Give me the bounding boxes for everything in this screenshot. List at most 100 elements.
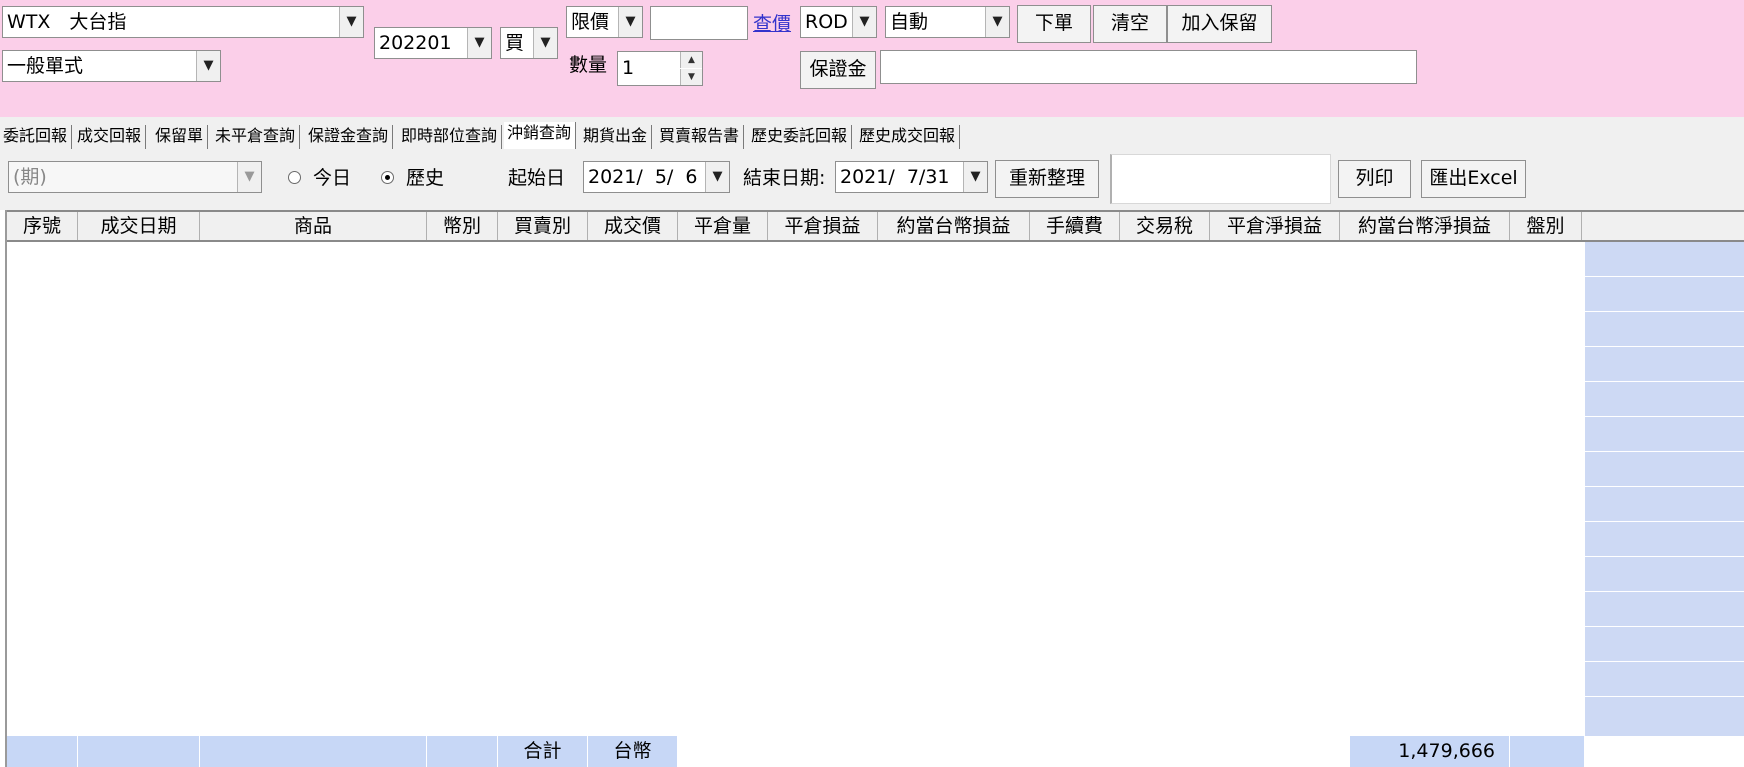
time-in-force-value: ROD: [805, 11, 848, 33]
radio-history[interactable]: [381, 171, 394, 184]
order-type-select[interactable]: 一般單式 ▼: [2, 50, 221, 82]
start-date-picker[interactable]: 2021/ 5/ 6 ▼: [583, 161, 730, 193]
footer-currency-label: 台幣: [588, 736, 678, 767]
tab-reserved-orders[interactable]: 保留單: [152, 125, 209, 149]
price-input[interactable]: [650, 6, 748, 40]
column-header-trade-date[interactable]: 成交日期: [78, 212, 200, 240]
chevron-down-icon: ▼: [985, 7, 1009, 37]
print-button[interactable]: 列印: [1338, 160, 1411, 198]
tab-offset-query[interactable]: 沖銷查詢: [504, 122, 577, 149]
radio-today[interactable]: [288, 171, 301, 184]
tab-fill-history[interactable]: 歷史成交回報: [856, 125, 961, 149]
tab-realtime-positions[interactable]: 即時部位查詢: [398, 125, 503, 149]
row-divider: [1585, 521, 1744, 522]
spin-up-icon[interactable]: ▲: [680, 52, 702, 68]
time-in-force-select[interactable]: ROD ▼: [800, 6, 877, 38]
row-divider: [1585, 486, 1744, 487]
table-footer: 合計 台幣 1,479,666: [7, 736, 1744, 767]
quantity-label: 數量: [569, 54, 608, 76]
place-order-button[interactable]: 下單: [1017, 5, 1091, 43]
quantity-stepper[interactable]: 1 ▲ ▼: [617, 51, 703, 86]
column-header-pl-twd[interactable]: 約當台幣損益: [878, 212, 1030, 240]
add-reserve-button[interactable]: 加入保留: [1167, 5, 1272, 43]
futures-trading-window: WTX 大台指 ▼ 一般單式 ▼ 202201 ▼ 買 ▼ 限價 ▼ 查價 數量…: [0, 0, 1744, 767]
side-select[interactable]: 買 ▼: [500, 27, 558, 59]
row-divider: [1585, 661, 1744, 662]
contract-month-select[interactable]: 202201 ▼: [374, 27, 492, 59]
column-header-session[interactable]: 盤別: [1510, 212, 1582, 240]
column-header-seq[interactable]: 序號: [7, 212, 78, 240]
filter-text-area: [1110, 154, 1331, 204]
row-divider: [1585, 346, 1744, 347]
chevron-down-icon: ▼: [705, 162, 729, 192]
contract-month-value: 202201: [379, 32, 452, 54]
tab-open-positions[interactable]: 未平倉查詢: [212, 125, 301, 149]
end-date-picker[interactable]: 2021/ 7/31 ▼: [835, 161, 988, 193]
row-divider: [1585, 311, 1744, 312]
footer-cell: [1510, 736, 1585, 767]
footer-cell: [200, 736, 427, 767]
quantity-value: 1: [622, 57, 635, 79]
tab-withdrawal[interactable]: 期貨出金: [580, 125, 653, 149]
column-header-product[interactable]: 商品: [200, 212, 427, 240]
radio-today-label: 今日: [313, 167, 352, 189]
footer-cell: [427, 736, 498, 767]
side-value: 買: [505, 32, 525, 54]
end-date-label: 結束日期:: [743, 167, 826, 189]
category-value: (期): [13, 166, 47, 188]
table-header: 序號 成交日期 商品 幣別 買賣別 成交價 平倉量 平倉損益 約當台幣損益 手續…: [7, 210, 1744, 242]
start-date-label: 起始日: [508, 167, 566, 189]
column-header-side[interactable]: 買賣別: [498, 212, 588, 240]
footer-cell: [78, 736, 200, 767]
tab-order-report[interactable]: 委託回報: [0, 125, 73, 149]
order-type-value: 一般單式: [7, 55, 84, 77]
column-header-currency[interactable]: 幣別: [427, 212, 498, 240]
column-header-close-pl[interactable]: 平倉損益: [768, 212, 878, 240]
row-divider: [1585, 416, 1744, 417]
export-excel-button[interactable]: 匯出Excel: [1421, 160, 1526, 198]
row-divider: [1585, 556, 1744, 557]
price-lookup-link[interactable]: 查價: [753, 9, 791, 39]
row-divider: [1585, 591, 1744, 592]
column-header-fee[interactable]: 手續費: [1030, 212, 1120, 240]
product-select[interactable]: WTX 大台指 ▼: [2, 6, 364, 38]
column-header-net-pl-twd[interactable]: 約當台幣淨損益: [1340, 212, 1510, 240]
refresh-button[interactable]: 重新整理: [995, 160, 1099, 198]
chevron-down-icon: ▼: [237, 162, 261, 192]
category-select[interactable]: (期) ▼: [8, 161, 262, 193]
column-header-price[interactable]: 成交價: [588, 212, 678, 240]
chevron-down-icon: ▼: [339, 7, 363, 37]
query-tabs: 委託回報 成交回報 保留單 未平倉查詢 保證金查詢 即時部位查詢 沖銷查詢 期貨…: [0, 117, 1744, 151]
radio-history-label: 歷史: [406, 167, 445, 189]
column-header-net-pl[interactable]: 平倉淨損益: [1210, 212, 1340, 240]
order-entry-panel: WTX 大台指 ▼ 一般單式 ▼ 202201 ▼ 買 ▼ 限價 ▼ 查價 數量…: [0, 0, 1744, 117]
row-divider: [1585, 381, 1744, 382]
chevron-down-icon: ▼: [618, 7, 642, 37]
row-divider: [1585, 276, 1744, 277]
product-value: WTX 大台指: [7, 11, 127, 33]
offset-query-table: 序號 成交日期 商品 幣別 買賣別 成交價 平倉量 平倉損益 約當台幣損益 手續…: [5, 210, 1744, 767]
margin-display: [880, 50, 1417, 84]
chevron-down-icon: ▼: [963, 162, 987, 192]
margin-button[interactable]: 保證金: [800, 51, 876, 89]
tab-fill-report[interactable]: 成交回報: [74, 125, 147, 149]
price-type-select[interactable]: 限價 ▼: [566, 6, 643, 38]
table-row-stripe: [1585, 242, 1744, 736]
column-header-close-qty[interactable]: 平倉量: [678, 212, 768, 240]
clear-button[interactable]: 清空: [1093, 5, 1167, 43]
end-date-value: 2021/ 7/31: [840, 166, 950, 188]
row-divider: [1585, 696, 1744, 697]
spin-down-icon[interactable]: ▼: [680, 69, 702, 85]
column-header-tax[interactable]: 交易稅: [1120, 212, 1210, 240]
row-divider: [1585, 451, 1744, 452]
chevron-down-icon: ▼: [852, 7, 876, 37]
tab-order-history[interactable]: 歷史委託回報: [748, 125, 853, 149]
chevron-down-icon: ▼: [196, 51, 220, 81]
row-divider: [1585, 626, 1744, 627]
tab-trade-statement[interactable]: 買賣報告書: [656, 125, 745, 149]
open-close-select[interactable]: 自動 ▼: [885, 6, 1010, 38]
tab-margin-query[interactable]: 保證金查詢: [305, 125, 394, 149]
open-close-value: 自動: [890, 11, 929, 33]
price-type-value: 限價: [571, 11, 610, 33]
chevron-down-icon: ▼: [467, 28, 491, 58]
